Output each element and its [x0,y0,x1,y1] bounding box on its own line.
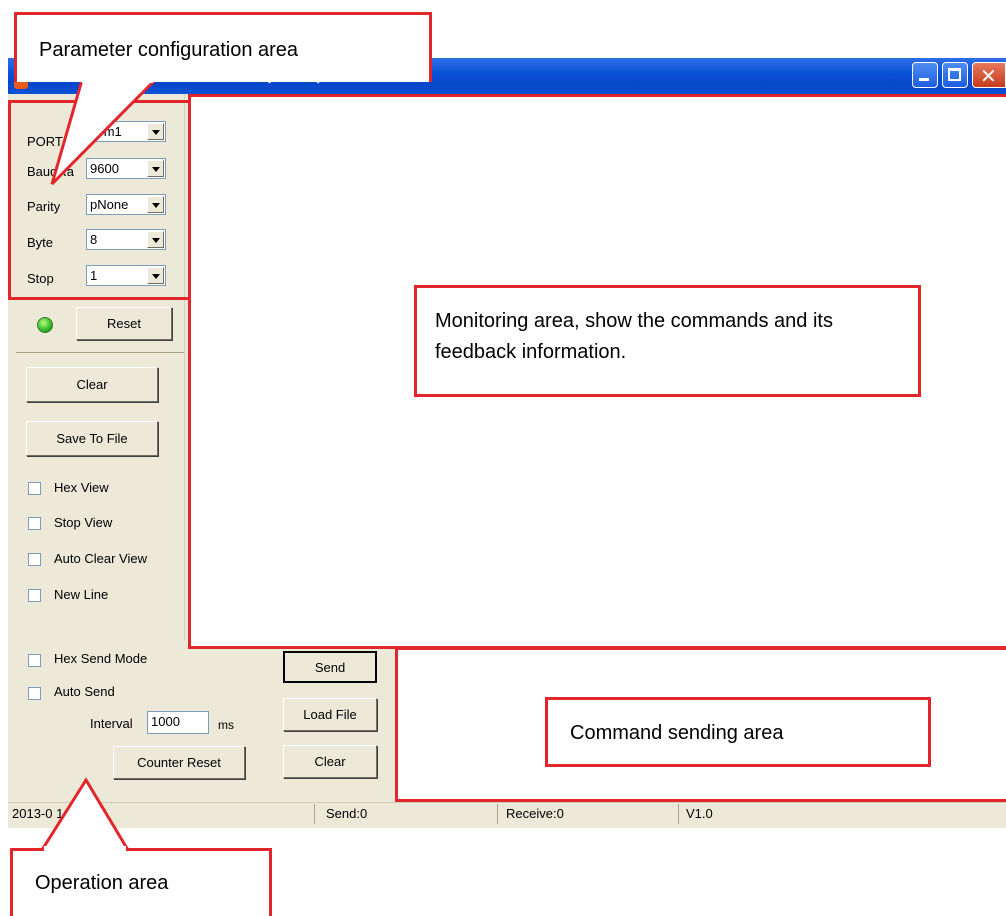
command-area-annotation: Command sending area [545,697,931,767]
callout-join [44,846,126,851]
param-callout-pointer [50,78,159,186]
param-area-annotation: Parameter configuration area [14,12,432,82]
operation-callout-pointer [39,777,131,852]
monitor-area-text: Monitoring area, show the commands and i… [435,310,833,363]
monitor-area-annotation: Monitoring area, show the commands and i… [414,285,921,397]
command-area-text: Command sending area [570,722,784,744]
callout-pointers [39,78,159,852]
callout-join [82,79,153,83]
operation-area-text: Operation area [35,872,169,894]
operation-area-annotation: Operation area [10,848,272,916]
param-area-text: Parameter configuration area [39,39,299,61]
